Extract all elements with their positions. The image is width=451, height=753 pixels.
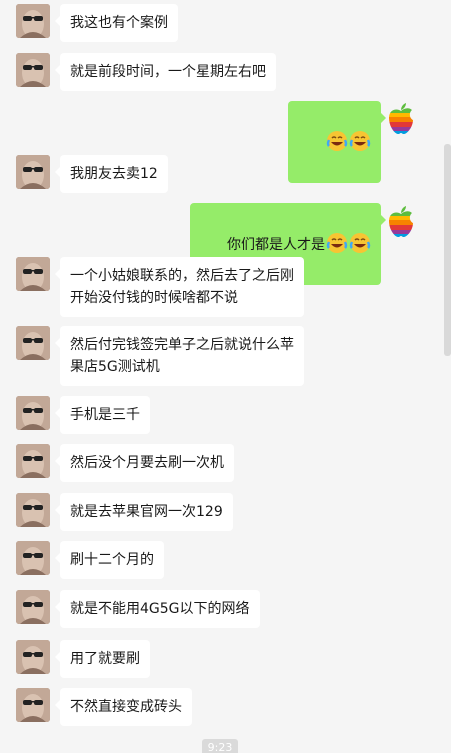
message-bubble[interactable]: 就是不能用4G5G以下的网络 — [55, 590, 260, 628]
friend-avatar[interactable] — [16, 326, 50, 360]
laugh-cry-emoji — [326, 131, 348, 151]
laugh-cry-emoji — [349, 131, 371, 151]
friend-avatar[interactable] — [16, 4, 50, 38]
laugh-cry-emoji — [349, 233, 371, 253]
message-text: 你们都是人才是 — [227, 237, 325, 253]
message-bubble[interactable]: 我朋友去卖12 — [55, 155, 168, 193]
friend-avatar[interactable] — [16, 396, 50, 430]
apple-logo-avatar[interactable] — [387, 206, 421, 240]
message-bubble[interactable]: 就是去苹果官网一次129 — [55, 493, 233, 531]
friend-avatar[interactable] — [16, 53, 50, 87]
friend-avatar[interactable] — [16, 257, 50, 291]
message-bubble[interactable]: 不然直接变成砖头 — [55, 688, 192, 726]
message-bubble[interactable]: 手机是三千 — [55, 396, 150, 434]
apple-logo-avatar[interactable] — [387, 103, 421, 137]
scrollbar-thumb[interactable] — [444, 144, 451, 356]
friend-avatar[interactable] — [16, 444, 50, 478]
message-bubble[interactable]: 一个小姑娘联系的，然后去了之后刚开始没付钱的时候啥都不说 — [55, 257, 304, 317]
friend-avatar[interactable] — [16, 155, 50, 189]
message-bubble[interactable]: 然后没个月要去刷一次机 — [55, 444, 234, 482]
laugh-cry-emoji — [326, 233, 348, 253]
friend-avatar[interactable] — [16, 541, 50, 575]
message-bubble[interactable]: 就是前段时间，一个星期左右吧 — [55, 53, 276, 91]
chat-message-list[interactable]: 我这也有个案例 就是前段时间，一个星期左右吧 我朋友去卖12 你们都是人才是 一… — [0, 0, 451, 753]
friend-avatar[interactable] — [16, 640, 50, 674]
timestamp-divider: 9:23 — [202, 739, 238, 753]
friend-avatar[interactable] — [16, 590, 50, 624]
message-bubble[interactable] — [288, 101, 386, 183]
message-bubble[interactable]: 刷十二个月的 — [55, 541, 164, 579]
message-bubble[interactable]: 用了就要刷 — [55, 640, 150, 678]
message-bubble[interactable]: 然后付完钱签完单子之后就说什么苹果店5G测试机 — [55, 326, 304, 386]
message-bubble[interactable]: 我这也有个案例 — [55, 4, 178, 42]
friend-avatar[interactable] — [16, 688, 50, 722]
friend-avatar[interactable] — [16, 493, 50, 527]
